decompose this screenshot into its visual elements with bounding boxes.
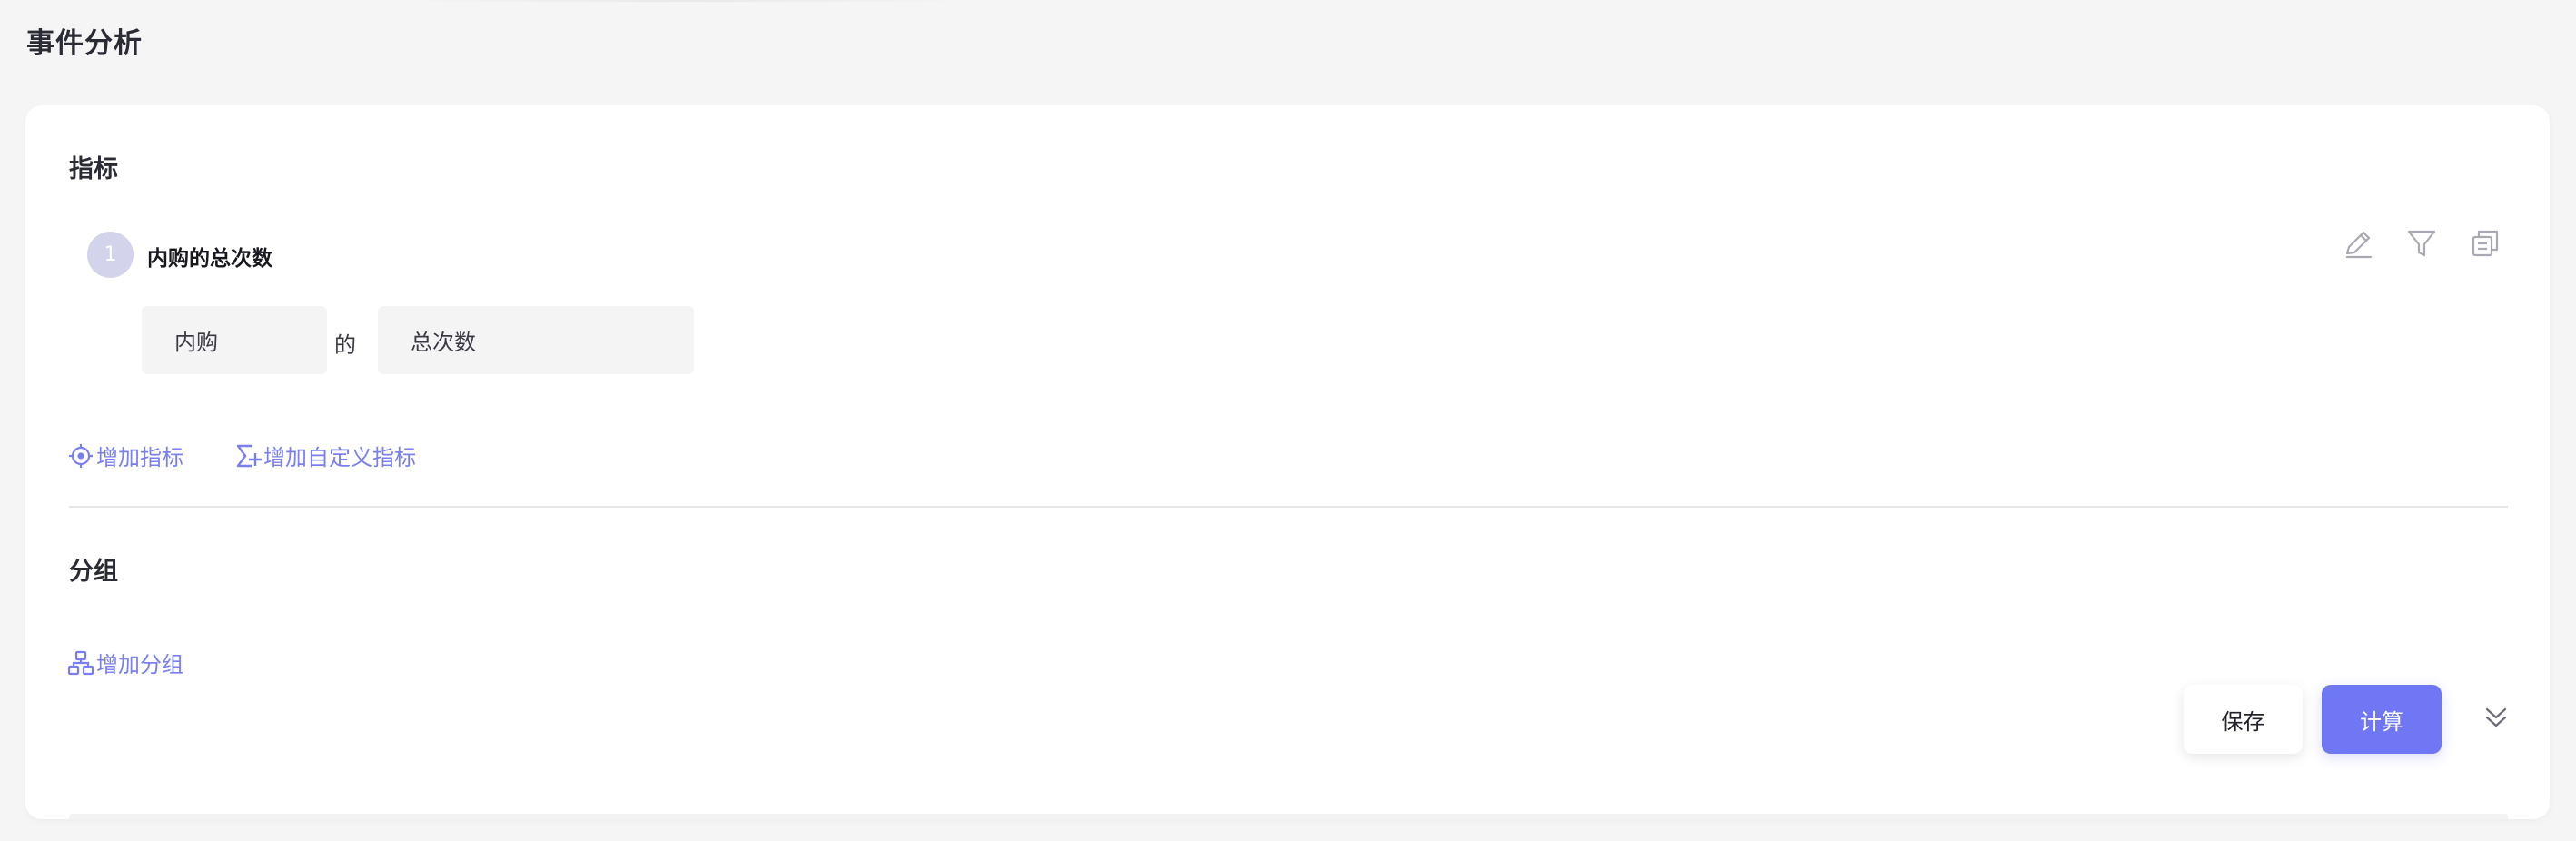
sigma-plus-icon (236, 444, 262, 467)
event-select[interactable]: 内购 (142, 306, 327, 374)
connector-text: 的 (334, 332, 356, 358)
add-custom-metric-button[interactable]: 增加自定义指标 (234, 440, 416, 471)
add-metric-button[interactable]: 增加指标 (67, 440, 183, 471)
event-select-value: 内购 (174, 330, 218, 355)
add-group-label: 增加分组 (96, 652, 183, 678)
edit-icon[interactable] (2340, 225, 2376, 262)
metrics-section-title: 指标 (69, 155, 118, 183)
top-shadow (391, 0, 981, 2)
measure-select[interactable]: 总次数 (378, 306, 694, 374)
page-title: 事件分析 (26, 27, 143, 60)
target-icon (69, 443, 93, 468)
add-metric-label: 增加指标 (96, 445, 183, 470)
save-button[interactable]: 保存 (2184, 685, 2303, 754)
collapse-icon[interactable] (2482, 703, 2511, 732)
filter-icon[interactable] (2403, 225, 2440, 262)
next-section-edge (69, 814, 2508, 819)
add-custom-metric-label: 增加自定义指标 (263, 445, 416, 470)
metric-name: 内购的总次数 (147, 247, 272, 271)
analysis-card: 指标 1 内购的总次数 内购 的 总次数 增加指标 增加自定义指标 分组 增加分… (25, 105, 2550, 819)
add-group-button[interactable]: 增加分组 (67, 647, 183, 678)
compute-button[interactable]: 计算 (2322, 685, 2442, 754)
metric-index-badge: 1 (87, 232, 134, 278)
hierarchy-icon (67, 650, 94, 675)
copy-icon[interactable] (2467, 225, 2503, 262)
section-divider (69, 506, 2508, 508)
measure-select-value: 总次数 (411, 330, 476, 355)
group-section-title: 分组 (69, 558, 118, 586)
